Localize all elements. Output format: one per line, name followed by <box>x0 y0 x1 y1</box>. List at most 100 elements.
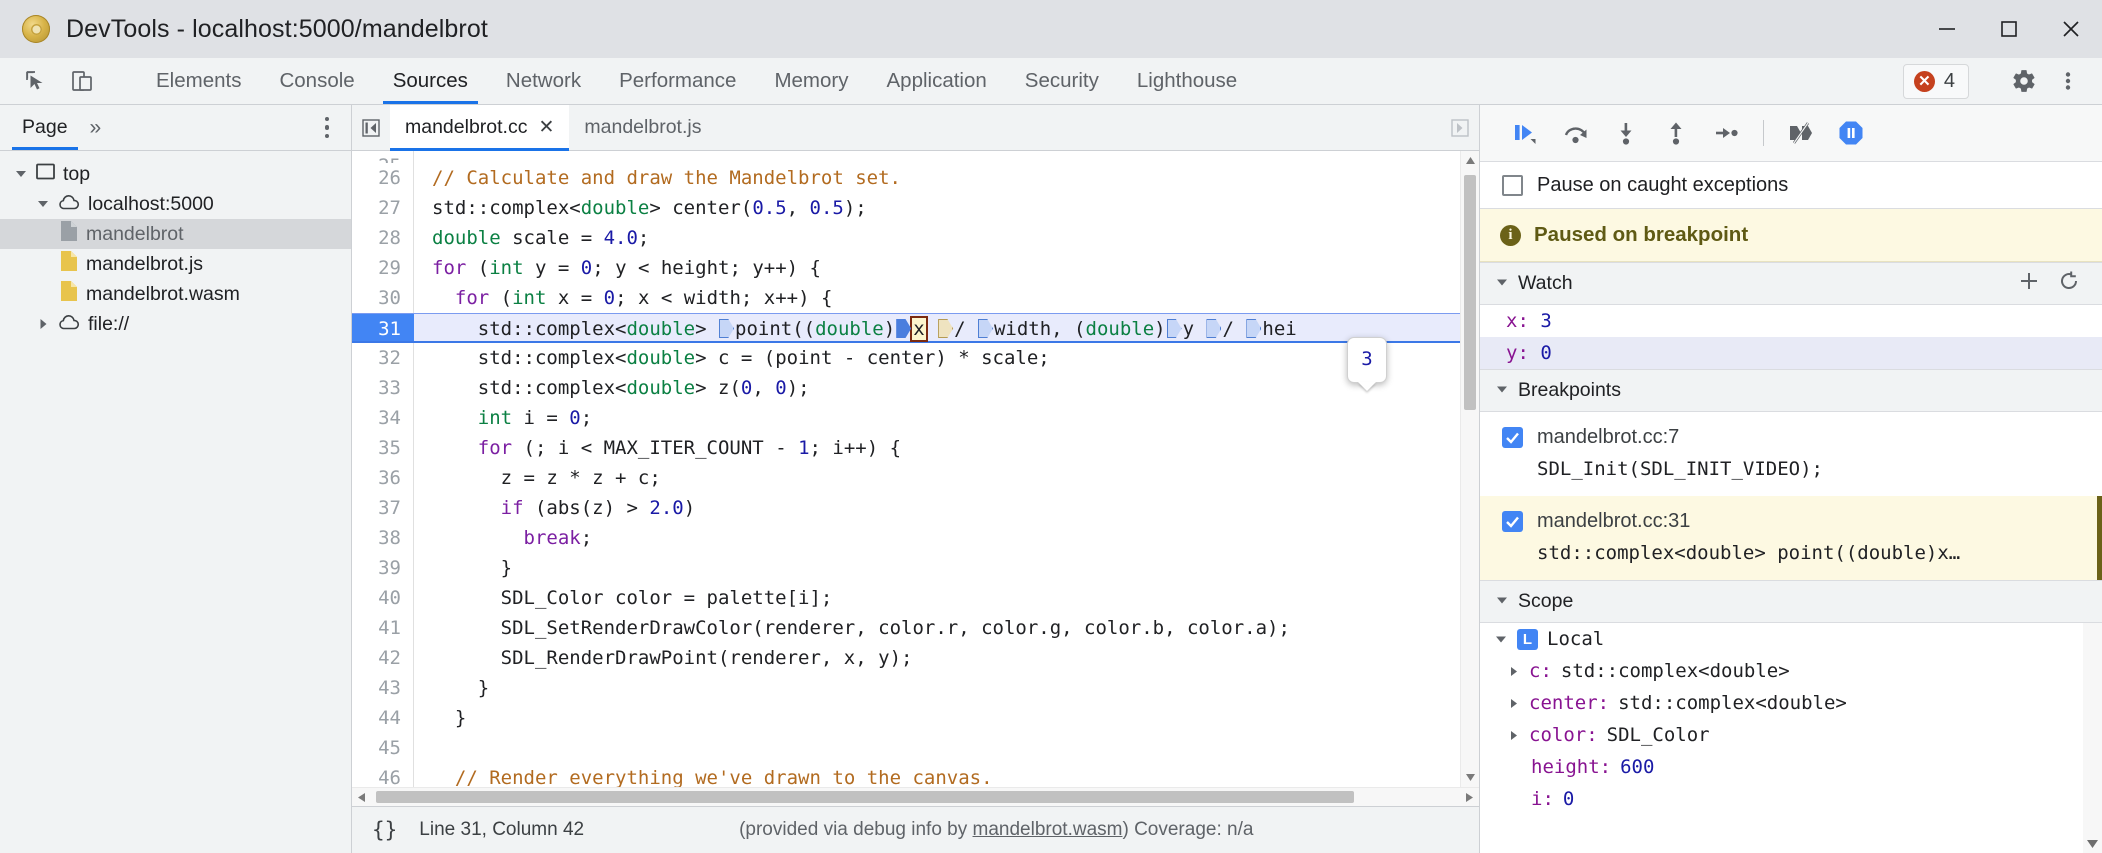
scope-vertical-scrollbar[interactable] <box>2083 623 2102 853</box>
plus-icon[interactable] <box>2018 270 2040 297</box>
step-over-icon[interactable] <box>1552 111 1600 155</box>
navigator-tab-page[interactable]: Page <box>18 105 72 150</box>
code-line[interactable]: 37 if (abs(z) > 2.0) <box>352 493 1460 523</box>
kebab-menu-icon[interactable] <box>2048 61 2088 101</box>
code-line-execution[interactable]: 31 std::complex<double> point((double)x … <box>352 313 1460 343</box>
code-line[interactable]: 46 // Render everything we've drawn to t… <box>352 763 1460 787</box>
scope-item[interactable]: i: 0 <box>1480 783 2102 815</box>
pause-on-exceptions-icon[interactable] <box>1827 111 1875 155</box>
chevron-down-icon[interactable] <box>1494 633 1508 645</box>
code-line[interactable]: 40 SDL_Color color = palette[i]; <box>352 583 1460 613</box>
scope-item[interactable]: height: 600 <box>1480 751 2102 783</box>
tab-security[interactable]: Security <box>1006 58 1118 104</box>
wasm-value-marker-icon[interactable] <box>978 319 993 338</box>
chevron-right-icon[interactable] <box>36 318 50 330</box>
scope-item[interactable]: center: std::complex<double> <box>1480 687 2102 719</box>
wasm-value-marker-icon[interactable] <box>938 319 953 338</box>
chevron-down-icon[interactable] <box>1496 382 1508 400</box>
code-line[interactable]: 33 std::complex<double> z(0, 0); <box>352 373 1460 403</box>
wasm-value-marker-icon[interactable] <box>1206 319 1221 338</box>
step-icon[interactable] <box>1702 111 1750 155</box>
code-line[interactable]: 30 for (int x = 0; x < width; x++) { <box>352 283 1460 313</box>
pretty-print-braces-icon[interactable]: {} <box>372 818 397 842</box>
chevron-right-icon[interactable] <box>1506 666 1520 677</box>
scope-section-header[interactable]: Scope <box>1480 580 2102 623</box>
tab-elements[interactable]: Elements <box>137 58 260 104</box>
code-line[interactable]: 27 std::complex<double> center(0.5, 0.5)… <box>352 193 1460 223</box>
maximize-icon[interactable] <box>1978 0 2040 58</box>
code-line[interactable]: 39 } <box>352 553 1460 583</box>
refresh-icon[interactable] <box>2058 270 2080 297</box>
editor-hscroll-thumb[interactable] <box>376 791 1354 803</box>
wasm-value-marker-icon[interactable] <box>1167 319 1182 338</box>
step-into-icon[interactable] <box>1602 111 1650 155</box>
code-line[interactable]: 41 SDL_SetRenderDrawColor(renderer, colo… <box>352 613 1460 643</box>
deactivate-breakpoints-icon[interactable] <box>1777 111 1825 155</box>
editor-tab-mandelbrot-cc[interactable]: mandelbrot.cc ✕ <box>390 105 569 150</box>
tree-item-localhost[interactable]: localhost:5000 <box>0 189 351 219</box>
breakpoint-checkbox[interactable] <box>1502 511 1523 532</box>
scroll-down-arrow-icon[interactable] <box>1461 768 1479 787</box>
inspect-element-icon[interactable] <box>16 61 56 101</box>
wasm-value-marker-icon[interactable] <box>719 319 734 338</box>
navigator-kebab-menu-icon[interactable] <box>315 109 340 147</box>
device-toolbar-icon[interactable] <box>62 61 102 101</box>
tree-item-mandelbrot-js[interactable]: mandelbrot.js <box>0 249 351 279</box>
pause-on-caught-checkbox[interactable] <box>1502 175 1523 196</box>
code-line[interactable]: 32 std::complex<double> c = (point - cen… <box>352 343 1460 373</box>
scope-group-local[interactable]: L Local <box>1480 623 2102 655</box>
scroll-tabs-left-icon[interactable] <box>352 105 390 150</box>
code-editor[interactable]: 25 26 // Calculate and draw the Mandelbr… <box>352 151 1479 787</box>
watch-item[interactable]: x: 3 <box>1480 305 2102 337</box>
breakpoint-item[interactable]: mandelbrot.cc:7 SDL_Init(SDL_INIT_VIDEO)… <box>1480 412 2102 496</box>
editor-horizontal-scrollbar[interactable] <box>352 787 1479 806</box>
tab-sources[interactable]: Sources <box>374 58 487 104</box>
tree-item-file-protocol[interactable]: file:// <box>0 309 351 339</box>
scroll-up-arrow-icon[interactable] <box>1461 151 1479 170</box>
minimize-icon[interactable] <box>1916 0 1978 58</box>
wasm-value-marker-icon[interactable] <box>896 319 911 338</box>
gear-icon[interactable] <box>2004 61 2044 101</box>
code-line[interactable]: 34 int i = 0; <box>352 403 1460 433</box>
step-out-icon[interactable] <box>1652 111 1700 155</box>
resume-icon[interactable] <box>1502 111 1550 155</box>
chevron-down-icon[interactable] <box>36 198 50 210</box>
watch-item[interactable]: y: 0 <box>1480 337 2102 369</box>
chevron-down-icon[interactable] <box>1496 275 1508 293</box>
tab-application[interactable]: Application <box>868 58 1006 104</box>
tab-performance[interactable]: Performance <box>600 58 755 104</box>
scope-item[interactable]: c: std::complex<double> <box>1480 655 2102 687</box>
scope-item[interactable]: color: SDL_Color <box>1480 719 2102 751</box>
code-line[interactable]: 29 for (int y = 0; y < height; y++) { <box>352 253 1460 283</box>
code-line[interactable]: 25 <box>352 151 1460 163</box>
code-line[interactable]: 36 z = z * z + c; <box>352 463 1460 493</box>
watch-section-header[interactable]: Watch <box>1480 262 2102 305</box>
chevron-right-icon[interactable] <box>1506 698 1520 709</box>
tree-item-mandelbrot-wasm[interactable]: mandelbrot.wasm <box>0 279 351 309</box>
code-line[interactable]: 28 double scale = 4.0; <box>352 223 1460 253</box>
breakpoint-item[interactable]: mandelbrot.cc:31 std::complex<double> po… <box>1480 496 2102 580</box>
chevron-down-icon[interactable] <box>1496 593 1508 611</box>
code-line[interactable]: 42 SDL_RenderDrawPoint(renderer, x, y); <box>352 643 1460 673</box>
code-lines[interactable]: 25 26 // Calculate and draw the Mandelbr… <box>352 151 1460 787</box>
chevron-right-icon[interactable] <box>1506 730 1520 741</box>
close-icon[interactable] <box>2040 0 2102 58</box>
scroll-down-arrow-icon[interactable] <box>2083 839 2102 849</box>
editor-scroll-thumb[interactable] <box>1464 175 1476 410</box>
error-count-badge[interactable]: ✕ 4 <box>1903 64 1969 99</box>
breakpoints-section-header[interactable]: Breakpoints <box>1480 369 2102 412</box>
debug-info-link[interactable]: mandelbrot.wasm <box>973 819 1123 840</box>
chevron-down-icon[interactable] <box>14 168 28 180</box>
scroll-right-arrow-icon[interactable] <box>1460 788 1479 806</box>
chevron-double-right-icon[interactable]: » <box>90 117 102 138</box>
close-tab-icon[interactable]: ✕ <box>538 118 554 137</box>
pause-on-caught-exceptions-row[interactable]: Pause on caught exceptions <box>1480 162 2102 209</box>
hovered-token-x[interactable]: x <box>912 318 925 340</box>
scroll-left-arrow-icon[interactable] <box>352 788 371 806</box>
code-line[interactable]: 38 break; <box>352 523 1460 553</box>
editor-vertical-scrollbar[interactable] <box>1460 151 1479 787</box>
code-line[interactable]: 43 } <box>352 673 1460 703</box>
code-line[interactable]: 35 for (; i < MAX_ITER_COUNT - 1; i++) { <box>352 433 1460 463</box>
tree-item-top[interactable]: top <box>0 159 351 189</box>
tab-network[interactable]: Network <box>487 58 600 104</box>
